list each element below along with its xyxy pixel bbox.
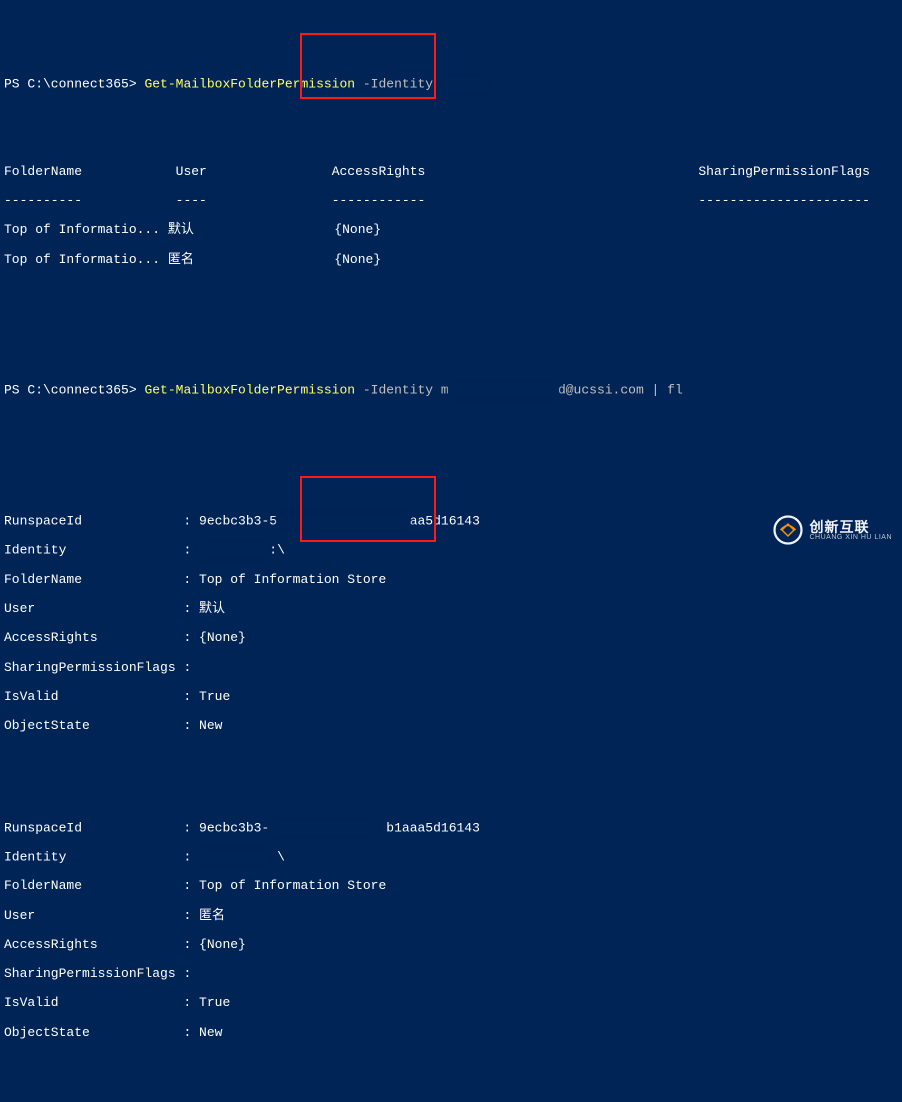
prompt-2: PS C:\connect365> bbox=[4, 383, 144, 398]
fl2-objectstate: ObjectState : New bbox=[4, 1026, 902, 1041]
redacted-2: xxxxxxxxxxxxxx bbox=[449, 383, 558, 397]
fl2-user: User : 匿名 bbox=[4, 909, 902, 924]
fl2-sharing: SharingPermissionFlags : bbox=[4, 967, 902, 982]
blank bbox=[4, 107, 902, 122]
blank bbox=[4, 456, 902, 471]
watermark-cn: 创新互联 bbox=[809, 520, 892, 534]
blank bbox=[4, 325, 902, 340]
cmd-2: Get-MailboxFolderPermission bbox=[144, 383, 355, 398]
table1-dashes: ---------- ---- ------------ -----------… bbox=[4, 194, 902, 209]
blank bbox=[4, 763, 902, 778]
blank bbox=[4, 1099, 902, 1102]
cmd-1: Get-MailboxFolderPermission bbox=[144, 77, 355, 92]
param-flag-2: -Identity bbox=[355, 383, 441, 398]
prompt-line-2[interactable]: PS C:\connect365> Get-MailboxFolderPermi… bbox=[4, 383, 902, 398]
fl2-isvalid: IsValid : True bbox=[4, 996, 902, 1011]
fl1-accessrights: AccessRights : {None} bbox=[4, 631, 902, 646]
blank bbox=[4, 427, 902, 442]
param-flag-1: -Identity bbox=[355, 77, 441, 92]
prompt-1: PS C:\connect365> bbox=[4, 77, 144, 92]
redacted-1: xxxxxx bbox=[441, 77, 488, 91]
fl2-foldername: FolderName : Top of Information Store bbox=[4, 879, 902, 894]
blank bbox=[4, 296, 902, 311]
blank bbox=[4, 1069, 902, 1084]
fl1-runspace: RunspaceId : 9ecbc3b3-5xxxxxxxxxxxxxxxxx… bbox=[4, 514, 902, 529]
watermark-en: CHUANG XIN HU LIAN bbox=[809, 534, 892, 541]
fl1-objectstate: ObjectState : New bbox=[4, 719, 902, 734]
table1-row-0: Top of Informatio... 默认 {None} bbox=[4, 223, 902, 238]
table1-row-1: Top of Informatio... 匿名 {None} bbox=[4, 253, 902, 268]
fl2-identity: Identity : xxxxxxxxx \ bbox=[4, 850, 902, 865]
fl1-user: User : 默认 bbox=[4, 602, 902, 617]
watermark-logo-icon bbox=[773, 515, 803, 545]
highlight-box-2 bbox=[300, 476, 436, 542]
fl2-runspace: RunspaceId : 9ecbc3b3-xxxxxxxxxxxxxx b1a… bbox=[4, 821, 902, 836]
prompt-line-1[interactable]: PS C:\connect365> Get-MailboxFolderPermi… bbox=[4, 77, 902, 92]
fl1-sharing: SharingPermissionFlags : bbox=[4, 661, 902, 676]
fl1-foldername: FolderName : Top of Information Store bbox=[4, 573, 902, 588]
fl1-isvalid: IsValid : True bbox=[4, 690, 902, 705]
table1-header: FolderName User AccessRights SharingPerm… bbox=[4, 165, 902, 180]
fl2-accessrights: AccessRights : {None} bbox=[4, 938, 902, 953]
watermark: 创新互联 CHUANG XIN HU LIAN bbox=[773, 515, 892, 545]
